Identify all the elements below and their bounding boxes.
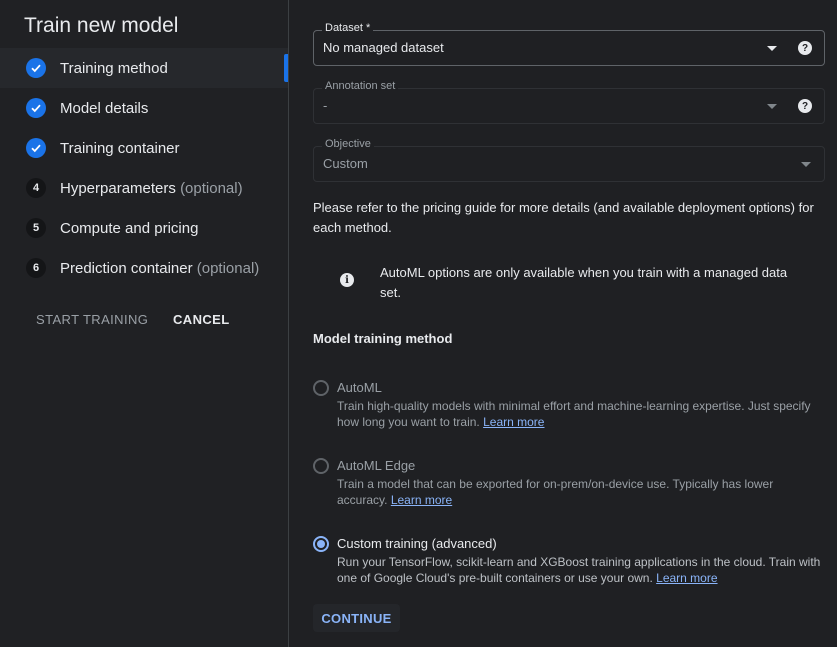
continue-button[interactable]: CONTINUE: [313, 604, 400, 632]
cancel-button[interactable]: CANCEL: [173, 312, 230, 327]
step-label: Hyperparameters (optional): [60, 180, 243, 197]
step-label: Training container: [60, 139, 180, 157]
learn-more-link[interactable]: Learn more: [656, 571, 717, 585]
caret-down-icon: [767, 46, 777, 51]
check-icon: [26, 138, 46, 158]
start-training-button[interactable]: START TRAINING: [36, 312, 148, 327]
dataset-select[interactable]: Dataset * No managed dataset ?: [313, 22, 825, 66]
option-title-automl-edge: AutoML Edge: [337, 458, 416, 473]
option-desc-text: Run your TensorFlow, scikit-learn and XG…: [337, 555, 821, 585]
step-label: Prediction container (optional): [60, 260, 259, 277]
step-label: Model details: [60, 99, 149, 117]
objective-value: Custom: [323, 156, 368, 171]
step-number: 5: [26, 218, 46, 238]
caret-down-icon: [767, 104, 777, 109]
dataset-label: Dataset *: [322, 22, 374, 34]
step-model-details[interactable]: Model details: [0, 88, 288, 128]
step-hyperparameters[interactable]: 4 Hyperparameters (optional): [0, 168, 288, 208]
optional-tag: (optional): [180, 179, 243, 197]
page-title: Train new model: [24, 14, 179, 37]
option-title-automl: AutoML: [337, 380, 382, 395]
step-training-container[interactable]: Training container: [0, 128, 288, 168]
section-title: Model training method: [313, 331, 453, 346]
objective-select: Objective Custom: [313, 138, 825, 182]
annotation-set-value: -: [323, 98, 328, 113]
option-desc-automl: Train high-quality models with minimal e…: [337, 398, 825, 430]
radio-automl[interactable]: [313, 380, 329, 396]
pricing-note: Please refer to the pricing guide for mo…: [313, 200, 814, 235]
info-icon: i: [340, 273, 354, 287]
help-icon[interactable]: ?: [798, 41, 812, 55]
optional-tag: (optional): [196, 259, 260, 277]
info-box: i AutoML options are only available when…: [313, 250, 825, 312]
option-desc-automl-edge: Train a model that can be exported for o…: [337, 476, 825, 508]
step-prediction-container[interactable]: 6 Prediction container (optional): [0, 248, 288, 288]
stepper-panel: Train new model Training method Model de…: [0, 0, 288, 647]
radio-automl-edge[interactable]: [313, 458, 329, 474]
step-compute-pricing[interactable]: 5 Compute and pricing: [0, 208, 288, 248]
step-label: Compute and pricing: [60, 219, 199, 237]
step-label-text: Hyperparameters: [60, 179, 176, 197]
learn-more-link[interactable]: Learn more: [391, 493, 452, 507]
step-number: 6: [26, 258, 46, 278]
help-icon[interactable]: ?: [798, 99, 812, 113]
radio-custom-training[interactable]: [313, 536, 329, 552]
dataset-value: No managed dataset: [323, 40, 444, 55]
caret-down-icon: [801, 162, 811, 167]
panel-divider: [288, 0, 289, 647]
step-label-text: Prediction container: [60, 259, 193, 277]
learn-more-link[interactable]: Learn more: [483, 415, 544, 429]
check-icon: [26, 98, 46, 118]
step-label: Training method: [60, 59, 168, 77]
step-training-method[interactable]: Training method: [0, 48, 288, 88]
annotation-set-label: Annotation set: [322, 80, 399, 92]
option-desc-text: Train high-quality models with minimal e…: [337, 399, 811, 429]
objective-label: Objective: [322, 138, 374, 150]
step-number: 4: [26, 178, 46, 198]
info-text: AutoML options are only available when y…: [380, 265, 788, 300]
option-title-custom-training: Custom training (advanced): [337, 536, 497, 551]
annotation-set-select: Annotation set - ?: [313, 80, 825, 124]
check-icon: [26, 58, 46, 78]
option-desc-custom-training: Run your TensorFlow, scikit-learn and XG…: [337, 554, 825, 586]
